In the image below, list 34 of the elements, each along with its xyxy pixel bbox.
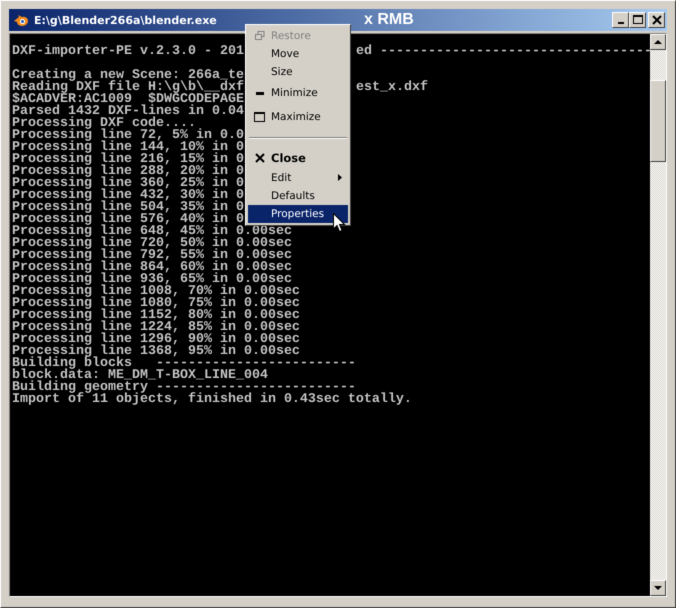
minimize-button[interactable]	[612, 12, 629, 28]
submenu-arrow-icon	[338, 174, 342, 181]
caption-note: x RMB	[364, 11, 414, 29]
scrollbar[interactable]	[650, 34, 666, 596]
close-button[interactable]	[648, 12, 665, 28]
minimize-icon	[256, 92, 264, 94]
window-title: E:\g\Blender266a\blender.exe	[34, 14, 218, 26]
menu-item[interactable]: Close	[248, 147, 348, 169]
maximize-icon	[632, 15, 642, 25]
close-icon	[652, 15, 662, 25]
menu-item[interactable]: Move	[248, 45, 348, 63]
app-icon	[13, 12, 29, 28]
minimize-icon	[618, 22, 624, 24]
console-line: ed ----------------------------------	[356, 46, 650, 58]
menu-item[interactable]: Defaults	[248, 187, 348, 205]
scroll-thumb[interactable]	[650, 80, 666, 162]
maximize-icon	[254, 112, 265, 122]
scroll-down-button[interactable]	[650, 580, 666, 596]
restore-icon	[254, 31, 264, 41]
menu-item[interactable]: Properties	[248, 205, 348, 223]
maximize-button[interactable]	[629, 12, 646, 28]
menu-item[interactable]: Size	[248, 63, 348, 81]
down-arrow-icon	[654, 586, 662, 590]
console-line: est_x.dxf	[356, 82, 428, 94]
scroll-up-button[interactable]	[650, 34, 666, 50]
close-icon	[254, 153, 264, 163]
menu-item[interactable]: Minimize	[248, 81, 348, 105]
up-arrow-icon	[654, 40, 662, 44]
console-line: Import of 11 objects, finished in 0.43sec totally.	[12, 394, 412, 406]
console-line: Reading DXF file H:\g\b\__dxf	[12, 82, 244, 94]
menu-item[interactable]: Edit	[248, 169, 348, 187]
console-line: DXF-importer-PE v.2.3.0 - 201	[12, 46, 244, 58]
menu-item[interactable]: Maximize	[248, 105, 348, 129]
console-line: Building blocks -------------------------	[12, 358, 356, 370]
